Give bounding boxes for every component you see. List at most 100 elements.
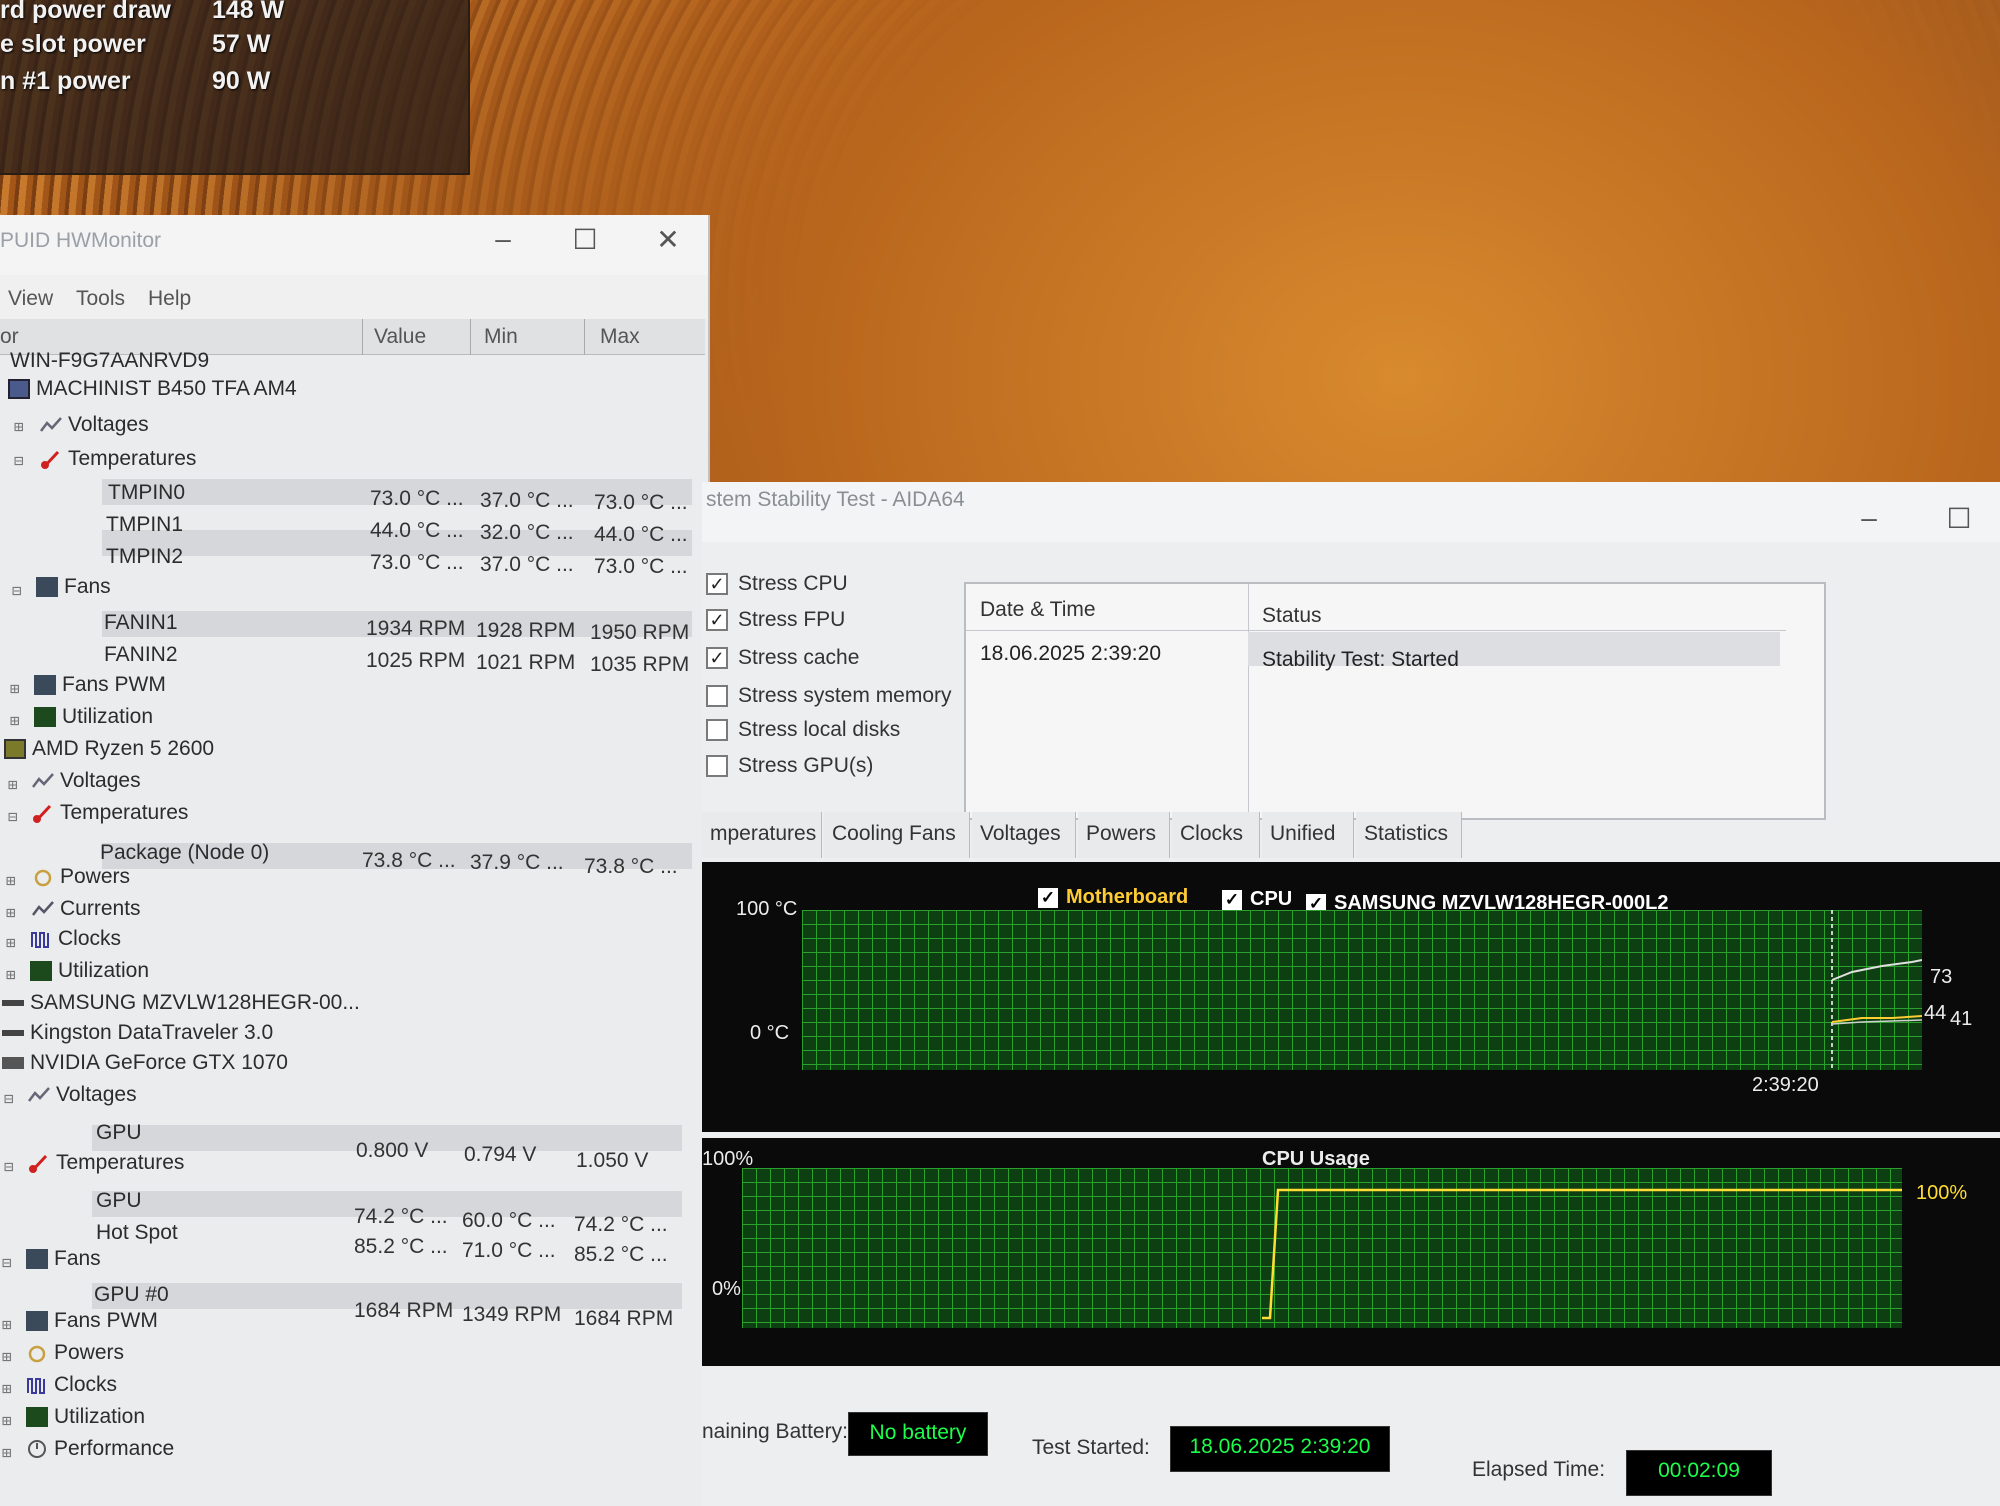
legend-motherboard[interactable]: ✓ Motherboard <box>1038 886 1188 909</box>
checkbox-icon <box>706 755 728 778</box>
sensor-tmpin2[interactable]: TMPIN2 <box>106 545 183 569</box>
sensor-tmpin1[interactable]: TMPIN1 <box>106 513 183 537</box>
expand-icon[interactable]: ⊞ <box>2 1443 12 1462</box>
expand-icon[interactable]: ⊞ <box>2 1315 12 1334</box>
tree-voltages[interactable]: Voltages <box>40 413 149 437</box>
min-cell: 37.0 °C ... <box>480 553 574 576</box>
minimize-icon[interactable]: – <box>1846 502 1892 534</box>
tree-powers[interactable]: Powers <box>26 1341 124 1365</box>
max-cell: 1684 RPM <box>574 1307 674 1330</box>
collapse-icon[interactable]: ⊟ <box>2 1253 12 1272</box>
tree-motherboard[interactable]: MACHINIST B450 TFA AM4 <box>8 377 297 401</box>
collapse-icon[interactable]: ⊟ <box>4 1157 14 1176</box>
utilization-icon <box>30 961 52 982</box>
tree-temperatures[interactable]: Temperatures <box>28 1151 184 1175</box>
clock-icon <box>30 929 52 949</box>
menu-tools[interactable]: Tools <box>76 287 125 311</box>
expand-icon[interactable]: ⊞ <box>6 965 16 984</box>
maximize-icon[interactable]: ☐ <box>1936 502 1982 535</box>
tab-powers[interactable]: Powers <box>1078 812 1170 858</box>
collapse-icon[interactable]: ⊟ <box>14 451 24 470</box>
col-max[interactable]: Max <box>600 325 640 349</box>
minimize-icon[interactable]: – <box>480 223 526 255</box>
tree-temperatures[interactable]: Temperatures <box>40 447 196 471</box>
sensor-package[interactable]: Package (Node 0) <box>100 841 269 865</box>
tab-cooling-fans[interactable]: Cooling Fans <box>824 812 970 858</box>
collapse-icon[interactable]: ⊟ <box>12 581 22 600</box>
col-min[interactable]: Min <box>484 325 518 349</box>
menu-help[interactable]: Help <box>148 287 191 311</box>
sensor-gpu-voltage[interactable]: GPU <box>96 1121 142 1145</box>
collapse-icon[interactable]: ⊟ <box>8 807 18 826</box>
tree-cpu[interactable]: AMD Ryzen 5 2600 <box>4 737 214 761</box>
tab-voltages[interactable]: Voltages <box>972 812 1076 858</box>
tree-host[interactable]: WIN-F9G7AANRVD9 <box>10 349 209 373</box>
tree-powers[interactable]: Powers <box>32 865 130 889</box>
col-sensor[interactable]: or <box>0 325 19 349</box>
tree-voltages[interactable]: Voltages <box>32 769 141 793</box>
min-cell: 71.0 °C ... <box>462 1239 556 1262</box>
stress-cpu-checkbox[interactable]: ✓ Stress CPU <box>706 572 848 596</box>
value-cell: 1934 RPM <box>366 617 466 640</box>
tree-currents[interactable]: Currents <box>32 897 141 921</box>
close-icon[interactable]: ✕ <box>645 223 691 256</box>
tree-usb[interactable]: Kingston DataTraveler 3.0 <box>2 1021 273 1045</box>
tree-utilization[interactable]: Utilization <box>34 705 153 729</box>
aida64-titlebar[interactable]: stem Stability Test - AIDA64 – ☐ <box>702 482 2000 542</box>
tree-fans[interactable]: Fans <box>36 575 111 599</box>
tab-unified[interactable]: Unified <box>1262 812 1354 858</box>
fan-icon <box>36 577 58 598</box>
tree-voltages[interactable]: Voltages <box>28 1083 137 1107</box>
tree-clocks[interactable]: Clocks <box>30 927 121 951</box>
min-cell: 1021 RPM <box>476 651 576 674</box>
hwmonitor-titlebar[interactable]: PUID HWMonitor – ☐ ✕ <box>0 215 708 275</box>
checkbox-icon: ✓ <box>1038 887 1058 908</box>
checkbox-icon: ✓ <box>706 647 728 670</box>
value-cell: 73.0 °C ... <box>370 551 464 574</box>
stress-fpu-checkbox[interactable]: ✓ Stress FPU <box>706 608 845 632</box>
performance-icon <box>26 1439 48 1459</box>
sensor-tmpin0[interactable]: TMPIN0 <box>108 481 185 505</box>
tree-fans[interactable]: Fans <box>26 1247 101 1271</box>
sensor-gpu-fan[interactable]: GPU #0 <box>94 1283 169 1307</box>
expand-icon[interactable]: ⊞ <box>8 775 18 794</box>
tree-utilization[interactable]: Utilization <box>30 959 149 983</box>
tree-ssd[interactable]: SAMSUNG MZVLW128HEGR-00... <box>2 991 360 1015</box>
stress-cache-checkbox[interactable]: ✓ Stress cache <box>706 646 859 670</box>
stress-gpu-checkbox[interactable]: Stress GPU(s) <box>706 754 873 778</box>
expand-icon[interactable]: ⊞ <box>6 871 16 890</box>
expand-icon[interactable]: ⊞ <box>10 679 20 698</box>
maximize-icon[interactable]: ☐ <box>562 223 608 256</box>
tree-utilization[interactable]: Utilization <box>26 1405 145 1429</box>
tree-temperatures[interactable]: Temperatures <box>32 801 188 825</box>
expand-icon[interactable]: ⊞ <box>10 711 20 730</box>
tab-statistics[interactable]: Statistics <box>1356 812 1462 858</box>
expand-icon[interactable]: ⊞ <box>2 1379 12 1398</box>
expand-icon[interactable]: ⊞ <box>6 933 16 952</box>
tree-fans-pwm[interactable]: Fans PWM <box>34 673 166 697</box>
stress-disks-checkbox[interactable]: Stress local disks <box>706 718 900 742</box>
max-cell: 73.0 °C ... <box>594 491 688 514</box>
tab-temperatures[interactable]: mperatures <box>702 812 822 858</box>
legend-cpu[interactable]: ✓ CPU <box>1222 888 1292 911</box>
tree-gpu[interactable]: NVIDIA GeForce GTX 1070 <box>2 1051 288 1075</box>
expand-icon[interactable]: ⊞ <box>2 1411 12 1430</box>
stress-memory-checkbox[interactable]: Stress system memory <box>706 684 952 708</box>
sensor-hotspot[interactable]: Hot Spot <box>96 1221 178 1245</box>
col-value[interactable]: Value <box>374 325 426 349</box>
expand-icon[interactable]: ⊞ <box>6 903 16 922</box>
voltage-icon <box>28 1085 50 1105</box>
tab-clocks[interactable]: Clocks <box>1172 812 1260 858</box>
sensor-gpu-temp[interactable]: GPU <box>96 1189 142 1213</box>
expand-icon[interactable]: ⊞ <box>2 1347 12 1366</box>
col-status[interactable]: Status <box>1262 604 1322 628</box>
menu-view[interactable]: View <box>8 287 53 311</box>
collapse-icon[interactable]: ⊟ <box>4 1089 14 1108</box>
tree-clocks[interactable]: Clocks <box>26 1373 117 1397</box>
tree-fans-pwm[interactable]: Fans PWM <box>26 1309 158 1333</box>
sensor-fanin2[interactable]: FANIN2 <box>104 643 178 667</box>
expand-icon[interactable]: ⊞ <box>14 417 24 436</box>
sensor-fanin1[interactable]: FANIN1 <box>104 611 178 635</box>
tree-performance[interactable]: Performance <box>26 1437 174 1461</box>
col-datetime[interactable]: Date & Time <box>980 598 1096 622</box>
